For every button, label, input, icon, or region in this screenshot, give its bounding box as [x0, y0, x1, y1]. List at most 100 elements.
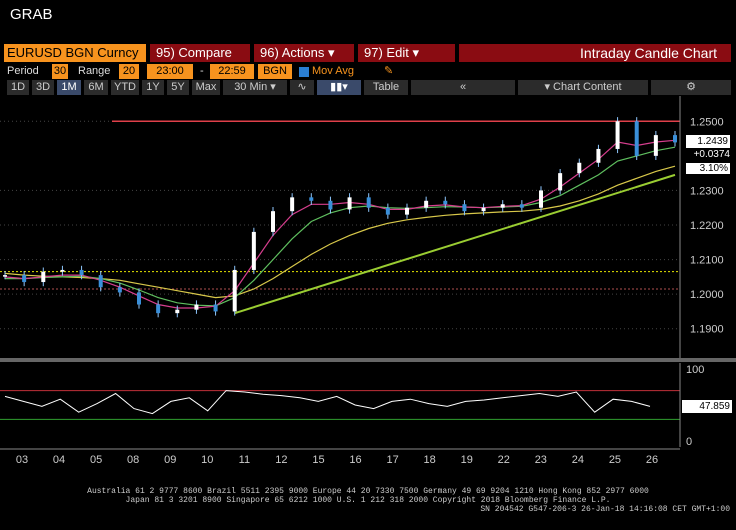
x-tick-label: 03: [16, 454, 28, 466]
mov-avg-checkbox[interactable]: [299, 67, 309, 77]
candle-body: [462, 204, 467, 212]
candle-body: [424, 200, 429, 208]
candle-body: [137, 292, 141, 305]
candle-body: [519, 204, 524, 208]
actions-dropdown-icon: ▾: [327, 45, 335, 60]
candle-body: [673, 135, 677, 143]
price-plot-bg: [0, 96, 680, 361]
candle-body: [634, 121, 639, 156]
candle-body: [98, 275, 103, 288]
price-tick-label: 1.2500: [690, 116, 724, 128]
tf-5y[interactable]: 5Y: [167, 80, 189, 95]
candle-body: [558, 173, 563, 191]
interval-dropdown-icon: ▾: [270, 81, 276, 93]
price-change-pct: 3.10%: [686, 163, 730, 174]
candle-body: [500, 204, 505, 208]
x-tick-label: 17: [386, 454, 398, 466]
candle-body: [79, 269, 84, 276]
compare-num: 95): [156, 45, 175, 60]
candle-body: [347, 197, 352, 210]
x-tick-label: 24: [572, 454, 584, 466]
line-chart-icon[interactable]: ∿: [290, 80, 314, 95]
tf-ytd[interactable]: YTD: [111, 80, 139, 95]
actions-label: Actions: [281, 45, 325, 60]
candle-body: [596, 148, 601, 163]
price-tick-label: 1.2100: [690, 255, 724, 267]
end-time-field[interactable]: 22:59: [210, 64, 254, 79]
tf-1m[interactable]: 1M: [57, 80, 81, 95]
candle-body: [3, 275, 7, 277]
chart-title: Intraday Candle Chart: [459, 44, 731, 62]
compare-button[interactable]: 95) Compare: [150, 44, 250, 62]
edit-button[interactable]: 97) Edit ▾: [358, 44, 455, 62]
period-label: Period: [7, 65, 39, 77]
gear-icon[interactable]: ⚙: [651, 80, 731, 95]
tf-1y[interactable]: 1Y: [142, 80, 164, 95]
candle-body: [232, 269, 237, 312]
x-tick-label: 15: [312, 454, 324, 466]
pencil-icon[interactable]: ✎: [384, 64, 393, 79]
x-tick-label: 05: [90, 454, 102, 466]
candle-body: [385, 207, 390, 215]
candle-body: [366, 197, 371, 208]
candle-chart-icon[interactable]: ▮▮▾: [317, 80, 361, 95]
candle-body: [117, 287, 122, 293]
tf-3d[interactable]: 3D: [32, 80, 54, 95]
candle-body: [251, 231, 256, 270]
x-tick-label: 26: [646, 454, 658, 466]
x-tick-label: 16: [349, 454, 361, 466]
candle-body: [175, 309, 180, 314]
compare-label: Compare: [178, 45, 232, 60]
chart-content-label: Chart Content: [553, 81, 622, 93]
last-price-box: 1.2439: [686, 135, 730, 148]
candle-body: [443, 200, 448, 205]
x-tick-label: 04: [53, 454, 65, 466]
osc-last-value: 47.859: [682, 400, 732, 413]
period-field[interactable]: 30: [52, 64, 68, 79]
actions-num: 96): [260, 45, 279, 60]
footer-line-1: Australia 61 2 9777 8600 Brazil 5511 239…: [87, 487, 649, 496]
x-tick-label: 11: [239, 454, 250, 466]
price-tick-label: 1.2200: [690, 220, 724, 232]
candle-body: [213, 304, 218, 312]
panel-divider: [0, 358, 736, 362]
price-chart[interactable]: 1.2500 1.2300 1.2200 1.2100 1.2000 1.1900 100…: [0, 96, 736, 466]
footer-line-2: Japan 81 3 3201 8900 Singapore 65 6212 1…: [125, 496, 611, 505]
chart-content-button[interactable]: ▾ Chart Content: [518, 80, 648, 95]
candle-body: [41, 271, 46, 283]
candle-body: [60, 269, 65, 272]
x-tick-label: 25: [609, 454, 621, 466]
price-tick-label: 1.2300: [690, 185, 724, 197]
grab-label: GRAB: [10, 6, 53, 23]
tf-1d[interactable]: 1D: [7, 80, 29, 95]
actions-button[interactable]: 96) Actions ▾: [254, 44, 354, 62]
candle-body: [481, 207, 486, 212]
interval-label: 30 Min: [234, 81, 268, 93]
source-field[interactable]: BGN: [258, 64, 292, 79]
tf-max[interactable]: Max: [192, 80, 220, 95]
table-button[interactable]: Table: [364, 80, 408, 95]
range-field[interactable]: 20: [119, 64, 139, 79]
price-tick-label: 1.2000: [690, 289, 724, 301]
candle-body: [615, 121, 620, 149]
candle-body: [328, 200, 333, 210]
x-tick-label: 23: [535, 454, 547, 466]
last-price: 1.2439: [697, 136, 728, 147]
candle-body: [22, 275, 27, 283]
start-time-field[interactable]: 23:00: [147, 64, 193, 79]
x-tick-label: 19: [461, 454, 473, 466]
price-tick-label: 1.1900: [690, 324, 724, 336]
x-tick-label: 22: [498, 454, 510, 466]
candle-body: [290, 197, 295, 212]
interval-select[interactable]: 30 Min ▾: [223, 80, 287, 95]
tf-6m[interactable]: 6M: [84, 80, 108, 95]
candle-body: [156, 304, 161, 314]
security-field[interactable]: EURUSD BGN Curncy: [4, 44, 146, 62]
osc-line: [4, 390, 651, 415]
osc-tick-label: 100: [686, 364, 704, 376]
edit-dropdown-icon: ▾: [412, 45, 419, 60]
collapse-icon[interactable]: «: [411, 80, 515, 95]
candle-body: [653, 135, 658, 156]
x-tick-label: 12: [275, 454, 287, 466]
footer-line-3: SN 204542 G547-206-3 26-Jan-18 14:16:08 …: [480, 505, 730, 514]
